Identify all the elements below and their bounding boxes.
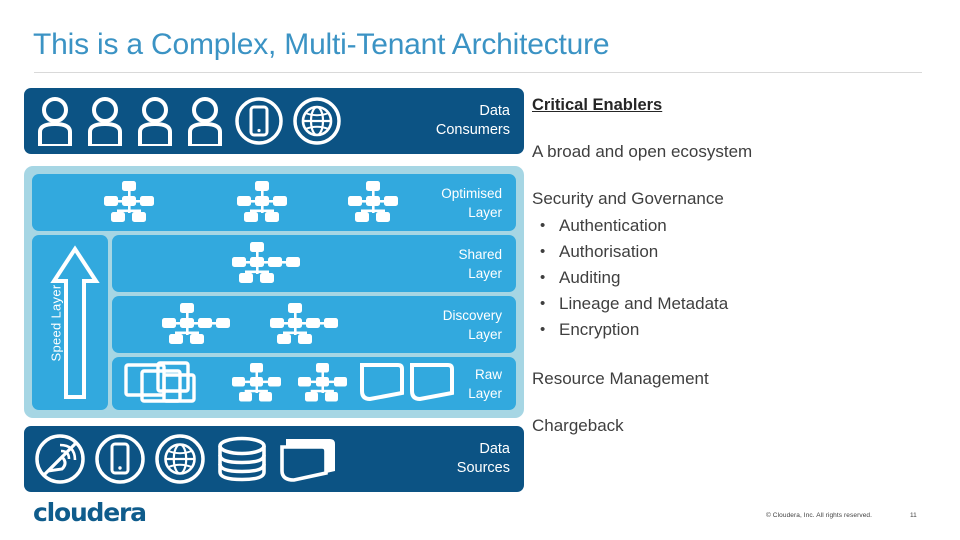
globe-circle-icon [155,434,205,484]
data-sources-label: Data Sources [456,441,510,476]
chargeback-line: Chargeback [532,416,624,435]
mobile-phone-circle-icon [95,434,145,484]
page-title: This is a Complex, Multi-Tenant Architec… [33,28,610,61]
data-sources-band: Data Sources [24,426,524,492]
raw-layer-label: Raw Layer [468,366,502,401]
person-icon [138,97,172,146]
data-consumers-band: Data Consumers [24,88,524,154]
list-item: Encryption [532,317,932,343]
optimised-layer: Optimised Layer [32,174,516,231]
list-item: Auditing [532,265,932,291]
shared-layer-label: Shared Layer [458,246,502,281]
mobile-phone-circle-icon [235,97,283,145]
security-governance-list: Authentication Authorisation Auditing Li… [532,213,932,343]
globe-circle-icon [293,97,341,145]
copyright-footer: © Cloudera, Inc. All rights reserved. [766,512,873,519]
data-consumers-label: Data Consumers [435,103,510,138]
list-item: Lineage and Metadata [532,291,932,317]
page-number: 11 [910,512,917,519]
raw-layer: Raw Layer [112,357,516,410]
optimised-layer-label: Optimised Layer [441,185,502,220]
architecture-diagram: Data Consumers Speed Layer Optimised Lay… [24,88,524,492]
cloudera-logo: cloudera [33,498,147,527]
layer-stack-container: Speed Layer Optimised Layer Shared Layer… [24,166,524,418]
person-icon [88,97,122,146]
satellite-dish-circle-icon [35,434,85,484]
raw-layer-icons [124,361,454,403]
document-pair-icon [360,363,454,402]
person-icon [188,97,222,146]
security-governance-heading: Security and Governance [532,189,724,208]
shared-layer: Shared Layer [112,235,516,292]
database-icon [218,436,266,482]
stacked-windows-icon [124,361,196,403]
data-consumers-icons [34,88,342,154]
folder-icon [280,439,335,482]
critical-enablers-heading: Critical Enablers [532,96,663,114]
speed-layer-label: Speed Layer [48,283,64,362]
person-icon [38,97,72,146]
resource-management-line: Resource Management [532,369,709,388]
title-divider [34,72,922,73]
slide: This is a Complex, Multi-Tenant Architec… [0,0,960,540]
list-item: Authentication [532,213,932,239]
discovery-layer: Discovery Layer [112,296,516,353]
speed-layer-column: Speed Layer [32,235,108,410]
ecosystem-line: A broad and open ecosystem [532,142,753,161]
discovery-layer-label: Discovery Layer [442,307,502,342]
critical-enablers-panel: Critical Enablers A broad and open ecosy… [532,96,932,463]
shared-layer-icons [232,242,300,283]
data-sources-icons [34,426,340,492]
list-item: Authorisation [532,239,932,265]
